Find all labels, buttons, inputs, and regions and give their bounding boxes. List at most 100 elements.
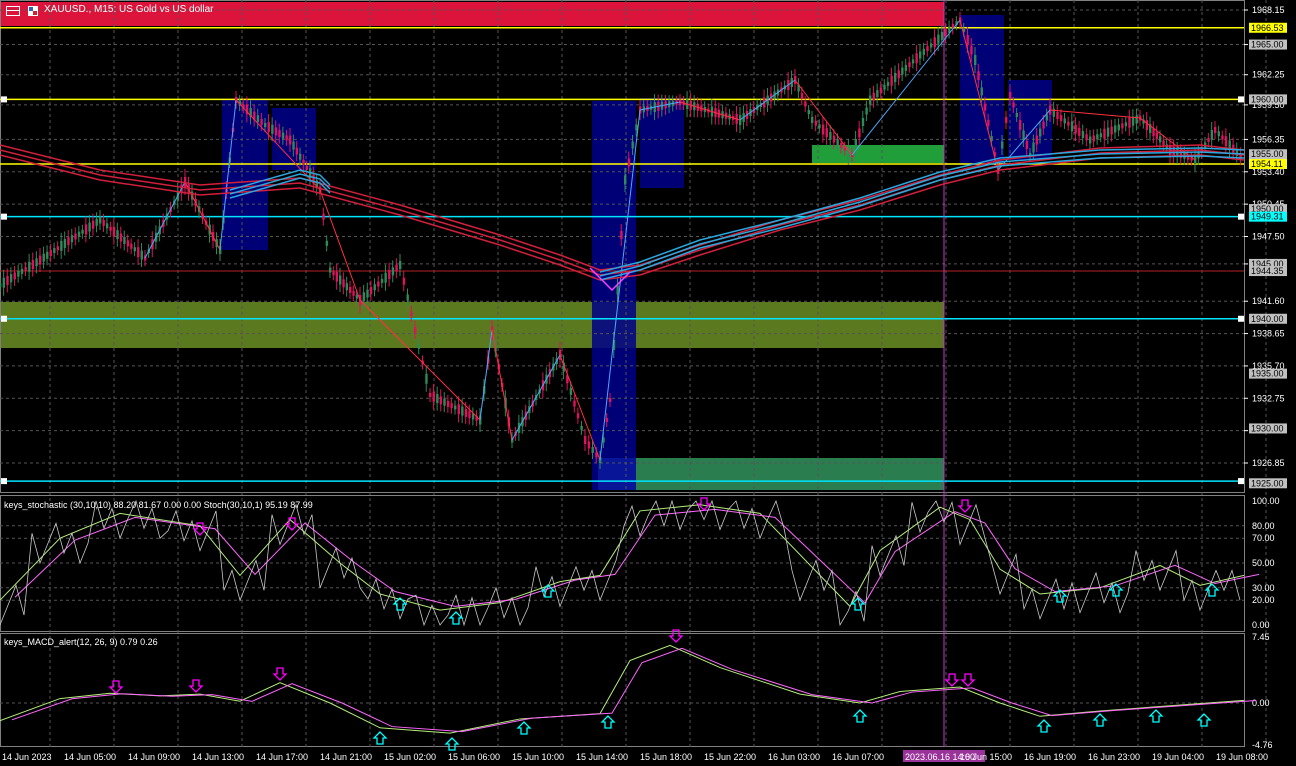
- candle-body: [322, 213, 325, 220]
- candle-body: [904, 64, 908, 71]
- candle-body: [91, 220, 95, 229]
- candle-body: [829, 131, 832, 140]
- candle-body: [1063, 118, 1066, 124]
- candle-body: [446, 400, 450, 407]
- level-handle: [1238, 315, 1244, 322]
- candle-body: [627, 158, 631, 167]
- arrow-up-icon: [372, 731, 388, 745]
- candle-body: [274, 127, 278, 136]
- candle-body: [60, 240, 63, 251]
- candle-body: [377, 281, 380, 287]
- chart-canvas[interactable]: 1968.151965.001962.251959.501956.351953.…: [0, 0, 1296, 766]
- candle-body: [609, 398, 612, 402]
- level-handle: [1238, 478, 1244, 485]
- chart-title: XAUUSD., M15: US Gold vs US dollar: [44, 4, 214, 15]
- price-label-text: 1966.53: [1251, 23, 1284, 33]
- zigzag-segment: [511, 354, 561, 441]
- candle-body: [865, 107, 868, 115]
- candle-body: [109, 226, 112, 231]
- arrow-down-icon: [957, 499, 973, 513]
- macd-tick-label: 7.45: [1252, 632, 1270, 642]
- candle-body: [399, 261, 402, 269]
- candle-body: [1005, 117, 1008, 123]
- price-tick-label: 1941.60: [1252, 296, 1285, 306]
- candle-body: [342, 279, 345, 288]
- time-label: 16 Jun 03:00: [768, 752, 820, 762]
- candle-body: [77, 231, 81, 237]
- candle-body: [67, 237, 70, 246]
- arrow-up-icon: [1204, 583, 1220, 597]
- time-label: 15 Jun 10:00: [512, 752, 564, 762]
- price-tick-label: 1947.50: [1252, 232, 1285, 242]
- candle-body: [380, 278, 384, 283]
- candle-body: [450, 403, 453, 409]
- candle-body: [116, 230, 119, 240]
- candle-body: [443, 398, 446, 406]
- candle-body: [302, 159, 305, 165]
- candle-body: [112, 226, 116, 237]
- macd-tick-label: -4.76: [1252, 740, 1273, 750]
- candle-body: [295, 147, 299, 155]
- arrow-up-icon: [1092, 713, 1108, 727]
- candle-body: [24, 267, 27, 272]
- arrow-up-icon: [516, 721, 532, 735]
- level-handle: [1238, 96, 1244, 103]
- candle-body: [325, 240, 329, 246]
- candle-body: [1214, 127, 1217, 133]
- candle-body: [345, 283, 349, 291]
- macd-tick-label: 0.00: [1252, 698, 1270, 708]
- candle-body: [53, 248, 56, 254]
- candle-body: [1067, 121, 1070, 126]
- time-label: 19 Jun 08:00: [1216, 752, 1268, 762]
- candle-body: [879, 87, 883, 94]
- candle-body: [872, 92, 875, 101]
- candle-body: [17, 270, 20, 277]
- stoch-tick-label: 30.00: [1252, 583, 1275, 593]
- candle-body: [1009, 92, 1012, 98]
- candle-body: [821, 124, 825, 135]
- price-label-text: 1930.00: [1251, 423, 1284, 433]
- candle-body: [137, 247, 140, 258]
- candle-body: [391, 267, 395, 276]
- time-label: 16 Jun 15:00: [960, 752, 1012, 762]
- candle-body: [1145, 120, 1149, 131]
- candle-body: [974, 55, 977, 65]
- candle-body: [464, 408, 468, 417]
- candle-body: [1106, 127, 1110, 137]
- candle-body: [355, 294, 359, 299]
- candle-body: [1039, 128, 1042, 137]
- candle-body: [1124, 122, 1128, 127]
- candle-body: [461, 406, 464, 416]
- candle-body: [271, 124, 274, 134]
- time-label: 14 Jun 2023: [2, 752, 52, 762]
- stoch-tick-label: 50.00: [1252, 558, 1275, 568]
- candle-body: [285, 135, 288, 141]
- candle-body: [1217, 131, 1221, 137]
- candle-body: [46, 251, 49, 259]
- candle-body: [123, 236, 126, 244]
- candle-body: [414, 327, 417, 333]
- candle-body: [970, 45, 973, 55]
- candle-body: [329, 267, 332, 273]
- candle-body: [631, 141, 634, 149]
- candle-body: [1121, 123, 1124, 129]
- candle-body: [1081, 131, 1085, 139]
- price-label-text: 1954.11: [1251, 159, 1283, 169]
- supply-zone-green: [812, 145, 944, 163]
- candle-body: [56, 246, 60, 251]
- candle-body: [339, 275, 342, 285]
- time-label: 15 Jun 18:00: [640, 752, 692, 762]
- candle-body: [35, 258, 38, 267]
- candle-body: [1042, 121, 1045, 129]
- candle-body: [980, 87, 983, 96]
- candle-body: [84, 224, 88, 235]
- candle-body: [70, 235, 74, 243]
- candle-body: [944, 29, 947, 37]
- chart-menu-icon[interactable]: [6, 6, 20, 16]
- candle-body: [31, 260, 35, 270]
- candle-body: [1128, 117, 1131, 128]
- candle-body: [1045, 114, 1049, 121]
- candle-body: [861, 118, 865, 126]
- candle-body: [966, 35, 969, 45]
- macd-label: keys_MACD_alert(12, 26, 9) 0.79 0.26: [4, 637, 158, 647]
